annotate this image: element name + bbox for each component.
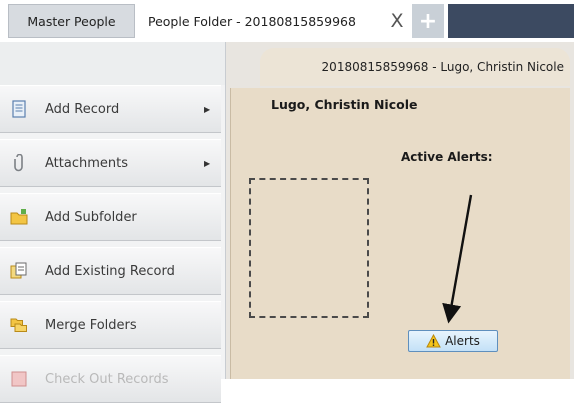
sidebar-item-label: Add Subfolder (45, 209, 137, 225)
sidebar-header (0, 42, 225, 85)
plus-icon: + (418, 8, 438, 34)
warning-icon (426, 334, 441, 348)
sidebar-item-check-out-records[interactable]: Check Out Records (0, 355, 221, 403)
sidebar-item-label: Add Existing Record (45, 263, 175, 279)
sidebar-item-add-subfolder[interactable]: Add Subfolder (0, 193, 221, 241)
submenu-arrow-icon: ▶ (204, 158, 211, 168)
sidebar-item-label: Add Record (45, 101, 120, 117)
alerts-button-label: Alerts (445, 334, 480, 348)
sidebar-item-add-record[interactable]: Add Record ▶ (0, 85, 221, 133)
tab-people-folder[interactable]: People Folder - 20180815859968 (136, 4, 360, 38)
close-tab-button[interactable]: X (385, 4, 409, 38)
sidebar-item-add-existing-record[interactable]: Add Existing Record (0, 247, 221, 295)
folder-header-title: 20180815859968 - Lugo, Christin Nicole (321, 60, 564, 74)
folder-header-tab: 20180815859968 - Lugo, Christin Nicole (260, 48, 570, 86)
merge-folders-icon (10, 318, 27, 332)
sidebar-item-merge-folders[interactable]: Merge Folders (0, 301, 221, 349)
tab-strip-background (448, 4, 574, 38)
check-out-icon (11, 371, 27, 387)
sidebar-item-label: Check Out Records (45, 371, 169, 387)
tab-master-people[interactable]: Master People (8, 4, 135, 38)
close-icon: X (390, 10, 404, 32)
folder-content: Lugo, Christin Nicole Active Alerts: Ale… (230, 88, 570, 379)
folder-icon (10, 209, 28, 225)
paperclip-icon (14, 154, 23, 172)
sidebar-item-label: Attachments (45, 155, 128, 171)
document-icon (12, 100, 26, 118)
pointer-arrow-icon (442, 194, 473, 324)
tab-master-people-label: Master People (27, 13, 116, 29)
sidebar-item-attachments[interactable]: Attachments ▶ (0, 139, 221, 187)
new-tab-button[interactable]: + (412, 4, 444, 38)
action-sidebar: Add Record ▶ Attachments ▶ Add Subfolder… (0, 42, 226, 403)
alerts-button[interactable]: Alerts (408, 330, 498, 352)
tab-people-folder-label: People Folder - 20180815859968 (148, 13, 356, 29)
existing-record-icon (10, 262, 27, 279)
submenu-arrow-icon: ▶ (204, 104, 211, 114)
sidebar-item-label: Merge Folders (45, 317, 137, 333)
folder-panel: 20180815859968 - Lugo, Christin Nicole L… (226, 42, 574, 379)
tab-strip: Master People People Folder - 2018081585… (0, 0, 574, 42)
